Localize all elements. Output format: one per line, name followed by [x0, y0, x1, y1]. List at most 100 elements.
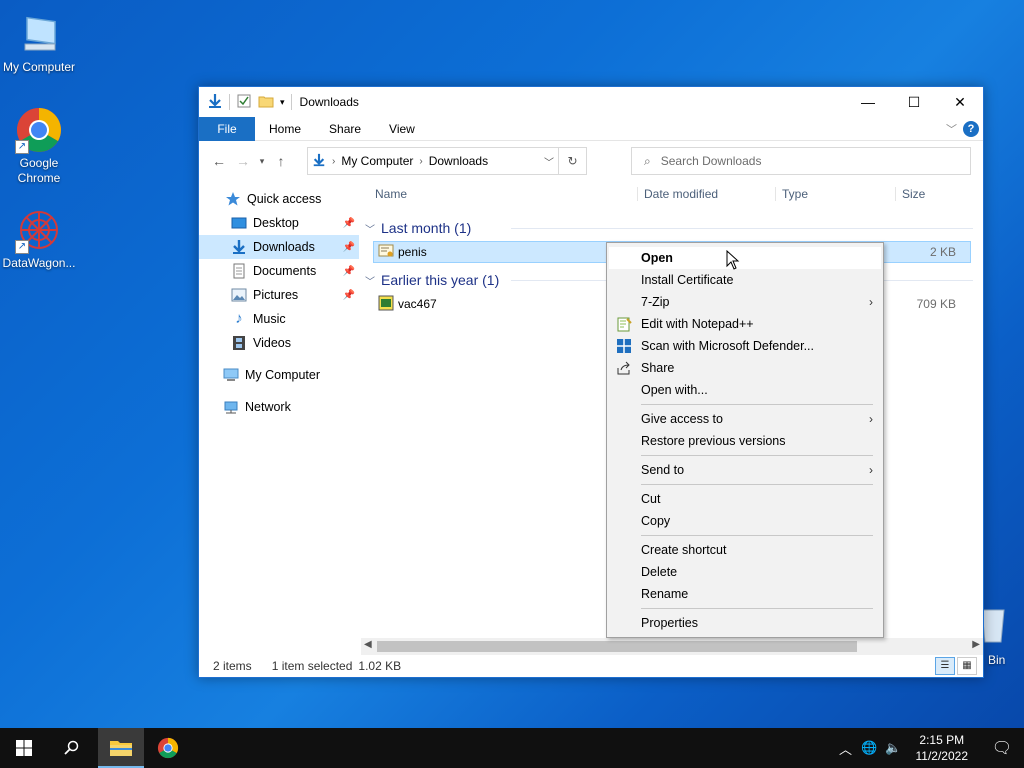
scrollbar-thumb[interactable]: [377, 641, 857, 652]
large-icons-view-icon[interactable]: ▦: [957, 657, 977, 675]
details-view-icon[interactable]: ☰: [935, 657, 955, 675]
menu-item-send-to[interactable]: Send to ›: [607, 459, 883, 481]
menu-item-copy[interactable]: Copy: [607, 510, 883, 532]
nav-item-label: Downloads: [253, 240, 315, 254]
menu-item-cut[interactable]: Cut: [607, 488, 883, 510]
pin-icon[interactable]: 📌: [343, 266, 355, 277]
desktop-icon-my-computer[interactable]: My Computer: [1, 10, 77, 75]
scroll-right-arrow-icon[interactable]: ▶: [972, 639, 980, 650]
nav-item-documents[interactable]: Documents 📌: [199, 259, 359, 283]
quick-access-toolbar: ▾: [199, 93, 292, 112]
collapse-chevron-icon[interactable]: ﹀: [365, 221, 375, 236]
breadcrumb-my-computer[interactable]: My Computer: [335, 154, 419, 168]
menu-item-7zip[interactable]: 7-Zip ›: [607, 291, 883, 313]
group-label: Earlier this year (1): [381, 272, 500, 288]
menu-item-delete[interactable]: Delete: [607, 561, 883, 583]
minimize-button[interactable]: —: [845, 87, 891, 117]
menu-item-open-with[interactable]: Open with...: [607, 379, 883, 401]
menu-item-create-shortcut[interactable]: Create shortcut: [607, 539, 883, 561]
search-icon: [64, 740, 79, 755]
scroll-left-arrow-icon[interactable]: ◀: [364, 639, 372, 650]
expand-ribbon-chevron-icon[interactable]: ﹀: [946, 121, 957, 137]
show-hidden-icons-chevron-icon[interactable]: ︿: [834, 739, 858, 758]
forward-arrow-icon[interactable]: →: [231, 153, 255, 169]
tab-view[interactable]: View: [375, 117, 429, 141]
recent-locations-chevron-icon[interactable]: ▾: [255, 156, 269, 167]
clock[interactable]: 2:15 PM 11/2/2022: [916, 732, 969, 764]
submenu-chevron-icon: ›: [869, 412, 873, 426]
nav-item-videos[interactable]: Videos: [199, 331, 359, 355]
tab-home[interactable]: Home: [255, 117, 315, 141]
menu-item-give-access[interactable]: Give access to ›: [607, 408, 883, 430]
menu-item-edit-notepad[interactable]: Edit with Notepad++: [607, 313, 883, 335]
notification-center-icon[interactable]: 🗨: [980, 738, 1024, 758]
menu-item-rename[interactable]: Rename: [607, 583, 883, 605]
volume-icon[interactable]: 🔈: [882, 740, 906, 756]
desktop-icon-chrome[interactable]: ↗ Google Chrome: [1, 106, 77, 186]
status-bar: 2 items 1 item selected 1.02 KB ☰ ▦: [199, 655, 983, 677]
download-arrow-icon: [312, 153, 326, 170]
menu-item-label: Send to: [641, 463, 685, 477]
start-button[interactable]: [0, 728, 48, 768]
nav-item-quick-access[interactable]: Quick access: [199, 187, 359, 211]
selection-info: 1 item selected: [271, 659, 353, 673]
menu-item-share[interactable]: Share: [607, 357, 883, 379]
tab-file[interactable]: File: [199, 116, 255, 141]
menu-item-label: Share: [641, 361, 675, 375]
horizontal-scrollbar[interactable]: ◀ ▶: [361, 638, 983, 655]
nav-item-music[interactable]: ♪ Music: [199, 307, 359, 331]
menu-item-properties[interactable]: Properties: [607, 612, 883, 634]
title-bar[interactable]: ▾ Downloads — ☐ ✕: [199, 87, 983, 117]
menu-item-scan-defender[interactable]: Scan with Microsoft Defender...: [607, 335, 883, 357]
nav-item-network[interactable]: Network: [199, 395, 359, 419]
nav-item-label: Music: [253, 312, 286, 326]
taskbar-file-explorer[interactable]: [98, 728, 144, 768]
breadcrumb-downloads[interactable]: Downloads: [423, 154, 494, 168]
refresh-icon[interactable]: ↻: [558, 148, 586, 174]
pin-icon[interactable]: 📌: [343, 290, 355, 301]
nav-item-desktop[interactable]: Desktop 📌: [199, 211, 359, 235]
file-size: 709 KB: [916, 297, 956, 311]
network-globe-icon[interactable]: 🌐: [858, 740, 882, 756]
file-name: vac467: [398, 297, 437, 311]
search-input[interactable]: [660, 154, 941, 168]
group-last-month[interactable]: ﹀ Last month (1): [361, 215, 983, 241]
desktop-icon-label: My Computer: [2, 60, 76, 74]
address-bar[interactable]: › My Computer › Downloads ﹀ ↻: [307, 147, 587, 175]
network-icon: [223, 399, 239, 415]
menu-item-open[interactable]: Open: [609, 247, 881, 269]
column-header-name[interactable]: Name: [375, 187, 407, 201]
search-box[interactable]: ⌕: [631, 147, 971, 175]
collapse-chevron-icon[interactable]: ﹀: [365, 273, 375, 288]
pin-icon[interactable]: 📌: [343, 218, 355, 229]
address-dropdown-chevron-icon[interactable]: ﹀: [544, 154, 554, 169]
menu-item-install-certificate[interactable]: Install Certificate: [607, 269, 883, 291]
tab-share[interactable]: Share: [315, 117, 375, 141]
taskbar-chrome[interactable]: [144, 728, 192, 768]
menu-item-restore-versions[interactable]: Restore previous versions: [607, 430, 883, 452]
nav-item-my-computer[interactable]: My Computer: [199, 363, 359, 387]
up-arrow-icon[interactable]: ↑: [269, 153, 293, 169]
context-menu: Open Install Certificate 7-Zip › Edit wi…: [606, 242, 884, 638]
desktop-icon-label: Google Chrome: [17, 156, 61, 185]
search-button[interactable]: [48, 728, 96, 768]
pin-icon[interactable]: 📌: [343, 242, 355, 253]
close-button[interactable]: ✕: [937, 87, 983, 117]
menu-item-label: 7-Zip: [641, 295, 670, 309]
help-icon[interactable]: ?: [963, 121, 979, 137]
column-header-date-modified[interactable]: Date modified: [637, 187, 718, 201]
column-header-type[interactable]: Type: [775, 187, 808, 201]
datawagon-icon: ↗: [15, 206, 63, 254]
nav-item-pictures[interactable]: Pictures 📌: [199, 283, 359, 307]
divider: [290, 94, 292, 110]
divider: [229, 94, 230, 110]
new-folder-icon[interactable]: [258, 93, 274, 112]
properties-check-icon[interactable]: [236, 93, 252, 112]
desktop-icon-datawagon[interactable]: ↗ DataWagon...: [1, 206, 77, 271]
customize-toolbar-chevron-icon[interactable]: ▾: [280, 97, 285, 108]
column-header-size[interactable]: Size: [895, 187, 925, 201]
navigation-pane: Quick access Desktop 📌 Downloads 📌 Docum…: [199, 183, 359, 643]
maximize-button[interactable]: ☐: [891, 87, 937, 117]
back-arrow-icon[interactable]: ←: [207, 153, 231, 169]
nav-item-downloads[interactable]: Downloads 📌: [199, 235, 359, 259]
